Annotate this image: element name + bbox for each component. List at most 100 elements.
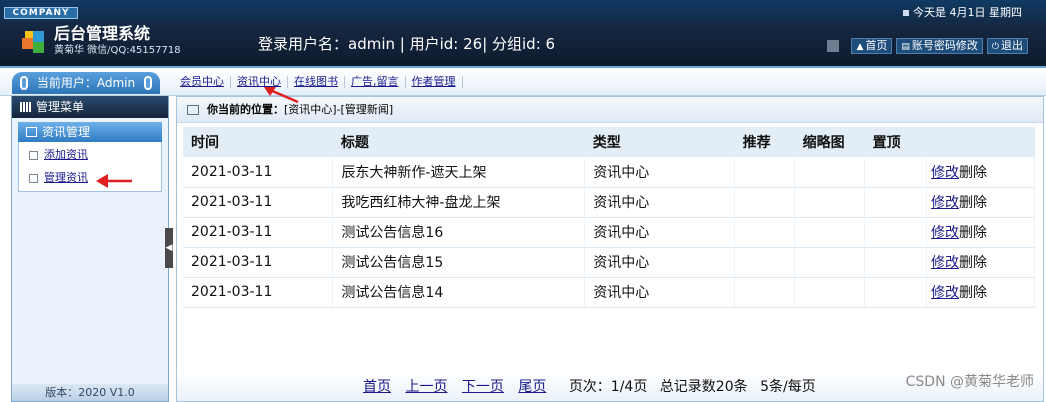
date-display: 今天是 4月1日 星期四 xyxy=(903,6,1022,20)
cell-recommend xyxy=(734,187,796,218)
table-row: 2021-03-11 测试公告信息14 资讯中心 修改删除 xyxy=(183,277,1035,308)
section-icon xyxy=(26,127,37,137)
sidebar-collapse-handle[interactable]: ◀ xyxy=(165,228,173,268)
date-text: 今天是 4月1日 星期四 xyxy=(913,6,1022,19)
sidebar-item-label[interactable]: 添加资讯 xyxy=(44,148,88,161)
edit-link[interactable]: 修改 xyxy=(931,285,959,301)
cell-type: 资讯中心 xyxy=(584,277,736,308)
column-header: 缩略图 xyxy=(794,127,865,158)
current-user-label: 当前用户：Admin xyxy=(36,76,136,90)
cell-date: 2021-03-11 xyxy=(183,247,334,278)
cell-pinned xyxy=(864,157,928,188)
nav-ads-messages[interactable]: 广告,留言 xyxy=(345,76,406,88)
pin-icon xyxy=(20,76,28,90)
menu-title: 管理菜单 xyxy=(36,100,85,114)
cell-type: 资讯中心 xyxy=(584,157,736,188)
delete-link[interactable]: 删除 xyxy=(959,195,987,211)
sidebar-item-manage-news[interactable]: 管理资讯 xyxy=(29,171,88,185)
column-header xyxy=(926,127,1035,158)
cell-title: 测试公告信息14 xyxy=(332,277,586,308)
pager-prev[interactable]: 上一页 xyxy=(405,379,447,395)
home-button-label: 首页 xyxy=(865,39,888,52)
list-icon: ▤ xyxy=(901,42,910,52)
pager-next[interactable]: 下一页 xyxy=(462,379,504,395)
table-header-row: 时间 标题 类型 推荐 缩略图 置顶 xyxy=(183,127,1035,158)
app-header: COMPANY 后台管理系统 黄菊华 微信/QQ:45157718 登录用户名：… xyxy=(0,0,1046,68)
sidebar: 管理菜单 资讯管理 添加资讯 管理资讯 版本：2020 V1.0 xyxy=(11,96,169,402)
header-toolbar: ▲ 首页 ▤ 账号密码修改 ⏻ 退出 xyxy=(827,38,1028,54)
cell-actions: 修改删除 xyxy=(926,217,1035,248)
cell-actions: 修改删除 xyxy=(926,157,1035,188)
version-label: 版本：2020 V1.0 xyxy=(12,384,168,401)
breadcrumb-label: 你当前的位置： xyxy=(207,103,284,116)
document-icon xyxy=(29,173,38,183)
delete-link[interactable]: 删除 xyxy=(959,285,987,301)
pager-first[interactable]: 首页 xyxy=(363,379,391,395)
home-icon: ▲ xyxy=(856,42,864,52)
cell-type: 资讯中心 xyxy=(584,217,736,248)
table-row: 2021-03-11 辰东大神新作-遮天上架 资讯中心 修改删除 xyxy=(183,157,1035,188)
nav-online-books[interactable]: 在线图书 xyxy=(288,76,345,88)
main-panel: 你当前的位置：[资讯中心]-[管理新闻] 时间 标题 类型 推荐 缩略图 置顶 … xyxy=(176,96,1044,402)
pin-icon xyxy=(144,76,152,90)
edit-link[interactable]: 修改 xyxy=(931,195,959,211)
section-title: 资讯管理 xyxy=(42,125,91,139)
nav-news-center[interactable]: 资讯中心 xyxy=(231,76,288,88)
cell-date: 2021-03-11 xyxy=(183,217,334,248)
cube-logo-icon xyxy=(22,31,44,53)
cell-title: 测试公告信息16 xyxy=(332,217,586,248)
cell-actions: 修改删除 xyxy=(926,247,1035,278)
logout-button[interactable]: ⏻ 退出 xyxy=(986,38,1028,54)
cell-date: 2021-03-11 xyxy=(183,157,334,188)
cell-actions: 修改删除 xyxy=(926,277,1035,308)
cell-date: 2021-03-11 xyxy=(183,187,334,218)
cell-recommend xyxy=(734,277,796,308)
delete-link[interactable]: 删除 xyxy=(959,165,987,181)
edit-link[interactable]: 修改 xyxy=(931,255,959,271)
pager-total: 总记录数20条 xyxy=(659,379,748,395)
column-header: 标题 xyxy=(332,127,585,158)
cell-type: 资讯中心 xyxy=(584,247,736,278)
cell-recommend xyxy=(734,217,796,248)
cell-thumbnail xyxy=(794,217,866,248)
cell-pinned xyxy=(864,277,928,308)
news-table: 时间 标题 类型 推荐 缩略图 置顶 2021-03-11 辰东大神新作-遮天上架… xyxy=(183,127,1035,308)
delete-link[interactable]: 删除 xyxy=(959,225,987,241)
account-password-button[interactable]: ▤ 账号密码修改 xyxy=(896,38,983,54)
column-header: 置顶 xyxy=(864,127,927,158)
column-header: 时间 xyxy=(183,127,333,158)
cell-title: 测试公告信息15 xyxy=(332,247,586,278)
login-info: 登录用户名：admin | 用户id: 26| 分组id: 6 xyxy=(258,35,556,53)
section-header[interactable]: 资讯管理 xyxy=(18,122,162,142)
cell-recommend xyxy=(734,157,796,188)
cell-pinned xyxy=(864,217,928,248)
grid-icon xyxy=(827,40,840,52)
cell-pinned xyxy=(864,187,928,218)
cell-thumbnail xyxy=(794,187,866,218)
watermark: CSDN @黄菊华老师 xyxy=(905,374,1034,390)
sidebar-item-add-news[interactable]: 添加资讯 xyxy=(29,148,88,162)
edit-link[interactable]: 修改 xyxy=(931,165,959,181)
edit-link[interactable]: 修改 xyxy=(931,225,959,241)
square-bullet-icon xyxy=(903,10,909,16)
cell-actions: 修改删除 xyxy=(926,187,1035,218)
logout-button-label: 退出 xyxy=(1001,39,1023,52)
book-icon xyxy=(187,105,199,115)
menu-grid-icon xyxy=(20,102,31,112)
pager-last[interactable]: 尾页 xyxy=(518,379,546,395)
table-row: 2021-03-11 测试公告信息16 资讯中心 修改删除 xyxy=(183,217,1035,248)
nav-member-center[interactable]: 会员中心 xyxy=(176,76,231,88)
sidebar-item-label[interactable]: 管理资讯 xyxy=(44,171,88,184)
nav-author-management[interactable]: 作者管理 xyxy=(406,76,463,88)
home-button[interactable]: ▲ 首页 xyxy=(851,38,893,54)
section-body: 添加资讯 管理资讯 xyxy=(18,142,162,192)
delete-link[interactable]: 删除 xyxy=(959,255,987,271)
table-body: 2021-03-11 辰东大神新作-遮天上架 资讯中心 修改删除 2021-03-11 我… xyxy=(183,157,1035,308)
company-badge: COMPANY xyxy=(4,7,78,19)
cell-thumbnail xyxy=(794,247,866,278)
pager-page: 页次：1/4页 xyxy=(568,379,648,395)
cell-title: 我吃西红柿大神-盘龙上架 xyxy=(332,187,586,218)
cell-thumbnail xyxy=(794,277,866,308)
system-title: 后台管理系统 xyxy=(54,24,151,43)
pager-per-page: 5条/每页 xyxy=(760,379,816,395)
